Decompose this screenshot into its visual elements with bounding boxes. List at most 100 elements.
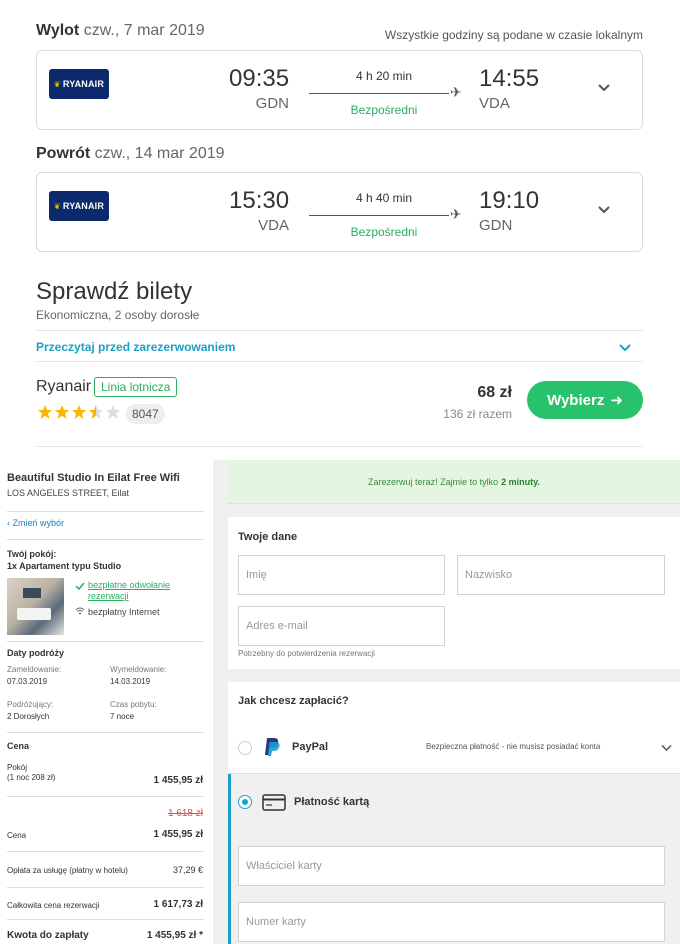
divider bbox=[7, 732, 204, 733]
star-empty-icon bbox=[106, 405, 120, 419]
timezone-note: Wszystkie godziny są podane w czasie lok… bbox=[384, 28, 643, 42]
card-payment-radio[interactable] bbox=[238, 795, 252, 809]
booking-banner: Zarezerwuj teraz! Zajmie to tylko 2 minut… bbox=[228, 460, 680, 504]
tickets-subtitle: Ekonomiczna, 2 osoby dorosłe bbox=[36, 308, 200, 322]
banner-highlight: 2 minuty. bbox=[501, 476, 540, 487]
outbound-header: Wylot czw., 7 mar 2019 bbox=[36, 22, 205, 40]
arrival-time: 19:10 bbox=[479, 187, 540, 214]
price-per-person: 68 zł bbox=[477, 384, 512, 401]
divider bbox=[7, 796, 204, 797]
payment-heading: Jak chcesz zapłacić? bbox=[238, 695, 349, 707]
paypal-icon bbox=[265, 738, 280, 756]
chevron-down-icon[interactable] bbox=[619, 341, 631, 353]
outbound-date: czw., 7 mar 2019 bbox=[83, 22, 205, 39]
star-full-icon bbox=[72, 405, 86, 419]
service-fee-value: 37,29 € bbox=[172, 865, 203, 875]
ryanair-logo: ❦ RYANAIR bbox=[49, 191, 109, 221]
ryanair-logo: ❦ RYANAIR bbox=[49, 69, 109, 99]
card-payment-option[interactable]: Płatność kartą Właściciel karty Numer ka… bbox=[228, 774, 680, 944]
route-line bbox=[309, 215, 449, 216]
wifi-icon bbox=[75, 607, 85, 615]
departure-time: 15:30 bbox=[229, 187, 290, 214]
hotel-address: LOS ANGELES STREET, Eilat bbox=[7, 488, 130, 498]
rating-stars bbox=[37, 404, 121, 420]
credit-card-icon bbox=[262, 794, 286, 811]
arrival-airport: VDA bbox=[479, 95, 510, 112]
tickets-title: Sprawdź bilety bbox=[36, 278, 193, 305]
dates-heading: Daty podróży bbox=[7, 648, 65, 658]
room-price-label: Pokój (1 noc 208 zł) bbox=[7, 763, 56, 782]
travelers-value: 2 Dorosłych bbox=[7, 712, 50, 721]
direct-flight-label: Bezpośredni bbox=[350, 103, 418, 117]
paypal-option[interactable]: PayPal Bezpieczna płatność - nie musisz … bbox=[228, 720, 680, 774]
free-cancellation-link[interactable]: bezpłatne odwołanie rezerwacji bbox=[88, 580, 198, 602]
star-half-icon bbox=[89, 405, 103, 419]
checkin-label: Zameldowanie: bbox=[7, 665, 62, 674]
divider bbox=[7, 919, 204, 920]
outbound-label: Wylot bbox=[36, 22, 80, 39]
arrow-right-icon: ➜ bbox=[610, 392, 623, 409]
personal-data-panel: Twoje dane Imię Nazwisko Adres e-mail Po… bbox=[228, 517, 680, 669]
checkout-label: Wymeldowanie: bbox=[110, 665, 167, 674]
payment-panel: Jak chcesz zapłacić? PayPal Bezpieczna p… bbox=[228, 682, 680, 774]
divider bbox=[7, 887, 204, 888]
flight-duration: 4 h 40 min bbox=[355, 191, 413, 205]
inbound-header: Powrót czw., 14 mar 2019 bbox=[36, 145, 225, 163]
first-name-input[interactable]: Imię bbox=[238, 555, 445, 595]
room-type: 1x Apartament typu Studio bbox=[7, 561, 122, 571]
divider bbox=[7, 641, 204, 642]
stay-value: 7 noce bbox=[110, 712, 135, 721]
divider bbox=[7, 539, 204, 540]
travelers-label: Podróżujący: bbox=[7, 700, 54, 709]
provider-badge: Linia lotnicza bbox=[94, 377, 178, 397]
card-owner-input[interactable]: Właściciel karty bbox=[238, 846, 665, 886]
amount-to-pay-label: Kwota do zapłaty bbox=[7, 930, 89, 941]
total-value: 1 617,73 zł bbox=[153, 899, 203, 910]
star-full-icon bbox=[38, 405, 52, 419]
divider bbox=[7, 511, 204, 512]
paypal-radio[interactable] bbox=[238, 741, 252, 755]
divider bbox=[36, 446, 643, 447]
stay-label: Czas pobytu: bbox=[110, 700, 157, 709]
card-payment-label: Płatność kartą bbox=[294, 796, 370, 808]
checkmark-icon bbox=[75, 582, 85, 591]
arrival-time: 14:55 bbox=[479, 65, 540, 92]
room-heading: Twój pokój: 1x Apartament typu Studio bbox=[7, 549, 122, 571]
hotel-summary: Beautiful Studio In Eilat Free Wifi LOS … bbox=[0, 460, 210, 944]
cena-label: Cena bbox=[7, 831, 27, 840]
chevron-down-icon[interactable] bbox=[598, 81, 610, 93]
harp-icon: ❦ bbox=[53, 79, 61, 89]
booking-form: Zarezerwuj teraz! Zajmie to tylko 2 minut… bbox=[213, 460, 680, 944]
total-label: Całkowita cena rezerwacji bbox=[7, 901, 100, 910]
inbound-label: Powrót bbox=[36, 145, 91, 162]
star-full-icon bbox=[55, 405, 69, 419]
card-number-input[interactable]: Numer karty bbox=[238, 902, 665, 942]
divider bbox=[7, 851, 204, 852]
price-total: 136 zł razem bbox=[443, 407, 512, 421]
paypal-label: PayPal bbox=[292, 741, 329, 753]
checkout-value: 14.03.2019 bbox=[110, 677, 151, 686]
review-count: 8047 bbox=[126, 404, 165, 424]
departure-airport: VDA bbox=[258, 217, 289, 234]
read-before-booking-row[interactable]: Przeczytaj przed zarezerwowaniem bbox=[36, 330, 643, 362]
inbound-flight-card[interactable]: ❦ RYANAIR 15:30 VDA 4 h 40 min ✈ Bezpośre… bbox=[36, 172, 643, 252]
arrival-airport: GDN bbox=[479, 217, 513, 234]
free-internet-label: bezpłatny Internet bbox=[88, 607, 160, 617]
plane-icon: ✈ bbox=[450, 206, 462, 222]
chevron-down-icon[interactable] bbox=[661, 742, 672, 753]
select-button[interactable]: Wybierz ➜ bbox=[527, 381, 643, 419]
read-before-booking-link[interactable]: Przeczytaj przed zarezerwowaniem bbox=[36, 340, 235, 354]
plane-icon: ✈ bbox=[450, 84, 462, 100]
flight-duration: 4 h 20 min bbox=[355, 69, 413, 83]
last-name-input[interactable]: Nazwisko bbox=[457, 555, 665, 595]
chevron-down-icon[interactable] bbox=[598, 203, 610, 215]
change-selection-link[interactable]: ‹ Zmień wybór bbox=[7, 518, 64, 528]
old-price: 1 618 zł bbox=[167, 808, 203, 819]
departure-time: 09:35 bbox=[229, 65, 290, 92]
departure-airport: GDN bbox=[255, 95, 289, 112]
outbound-flight-card[interactable]: ❦ RYANAIR 09:35 GDN 4 h 20 min ✈ Bezpośre… bbox=[36, 50, 643, 130]
price-heading: Cena bbox=[7, 741, 30, 751]
email-input[interactable]: Adres e-mail bbox=[238, 606, 445, 646]
email-note: Potrzebny do potwierdzenia rezerwacji bbox=[238, 649, 375, 658]
cena-value: 1 455,95 zł bbox=[153, 829, 203, 840]
